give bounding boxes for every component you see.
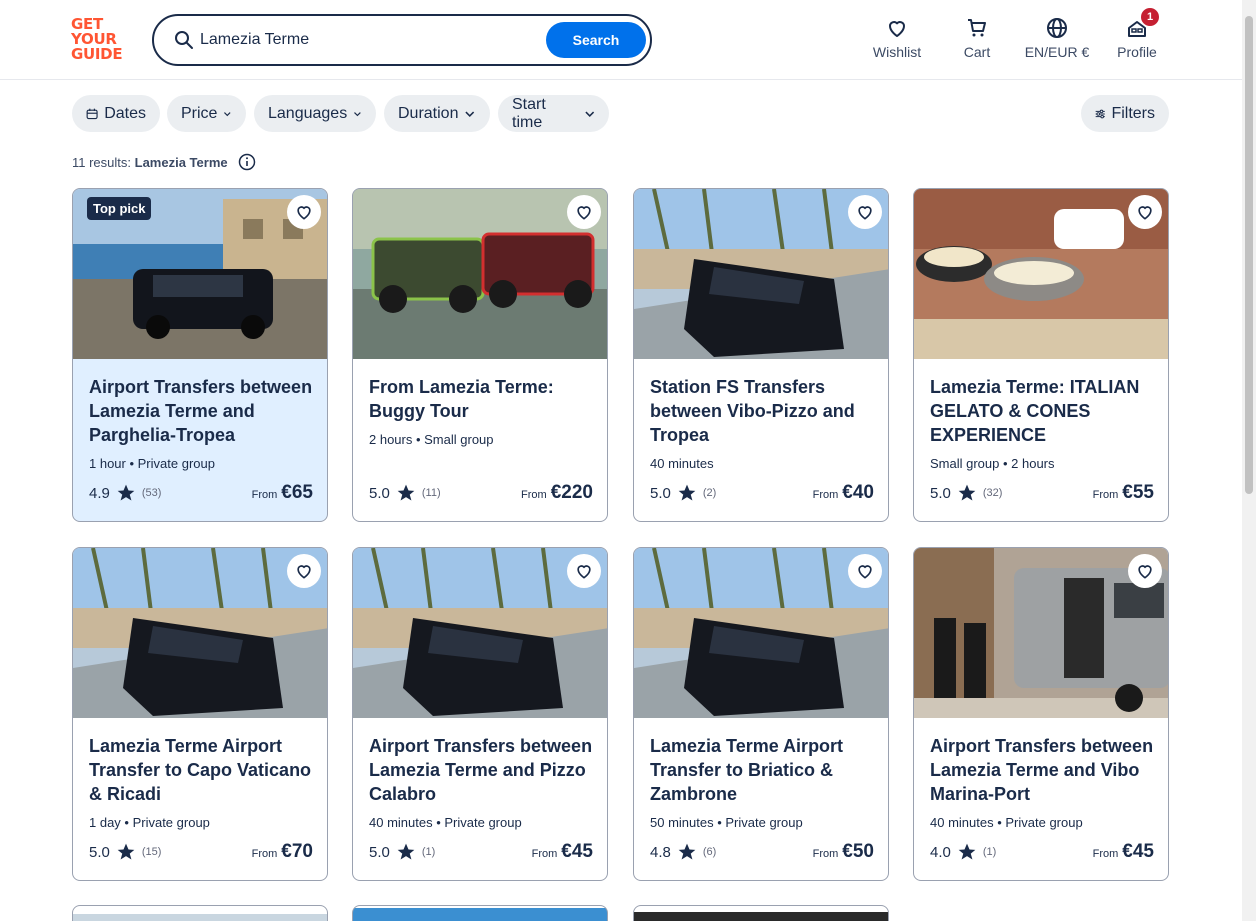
card-title[interactable]: Airport Transfers between Lamezia Terme … [89,375,315,447]
filter-price[interactable]: Price [167,95,246,132]
cart-icon [968,19,986,37]
filter-duration[interactable]: Duration [384,95,490,132]
chevron-down-icon [354,111,361,116]
card-meta: 1 hour • Private group [89,456,215,471]
card-rating: 5.0 (15) [89,843,162,861]
star-icon [117,843,135,860]
star-icon [397,484,415,501]
card-meta: Small group • 2 hours [930,456,1055,471]
star-icon [678,843,696,860]
star-icon [958,484,976,501]
card-price: From €220 [521,482,593,503]
card-meta: 1 day • Private group [89,815,210,830]
filter-dates[interactable]: Dates [72,95,160,132]
activity-card[interactable]: From Lamezia Terme: Buggy Tour 2 hours •… [352,188,608,522]
activity-card[interactable]: Lamezia Terme Airport Transfer to Briati… [633,547,889,881]
card-rating: 4.0 (1) [930,843,997,861]
cart-nav[interactable]: Cart [957,16,997,60]
activity-card[interactable]: Lamezia Terme: ITALIAN GELATO & CONES EX… [913,188,1169,522]
heart-icon [577,206,591,220]
card-rating: 5.0 (32) [930,484,1003,502]
card-price: From €40 [812,482,874,503]
heart-icon [889,21,905,37]
chevron-down-icon [584,111,594,117]
heart-icon [858,565,872,579]
wishlist-heart-button[interactable] [1128,195,1162,229]
card-price: From €50 [812,841,874,862]
card-price: From €65 [251,482,313,503]
filter-languages[interactable]: Languages [254,95,376,132]
card-title[interactable]: Station FS Transfers between Vibo-Pizzo … [650,375,876,447]
card-rating: 5.0 (11) [369,484,441,502]
activity-card[interactable] [72,905,328,921]
card-price: From €70 [251,841,313,862]
card-title[interactable]: Lamezia Terme Airport Transfer to Briati… [650,734,876,806]
star-icon [397,843,415,860]
card-rating: 5.0 (1) [369,843,436,861]
card-rating: 5.0 (2) [650,484,717,502]
star-icon [117,484,135,501]
wishlist-heart-button[interactable] [567,195,601,229]
card-title[interactable]: Lamezia Terme Airport Transfer to Capo V… [89,734,315,806]
info-icon[interactable] [238,153,256,171]
card-meta: 2 hours • Small group [369,432,494,447]
search-button[interactable]: Search [546,22,646,58]
chevron-down-icon [224,111,231,116]
card-title[interactable]: Airport Transfers between Lamezia Terme … [369,734,595,806]
heart-icon [1138,206,1152,220]
scrollbar-thumb[interactable] [1245,16,1253,494]
getyourguide-logo[interactable]: GET YOUR GUIDE [71,17,131,63]
card-meta: 40 minutes • Private group [930,815,1083,830]
wishlist-heart-button[interactable] [287,554,321,588]
activity-card[interactable]: Station FS Transfers between Vibo-Pizzo … [633,188,889,522]
heart-icon [1138,565,1152,579]
card-rating: 4.8 (6) [650,843,717,861]
top-pick-badge: Top pick [87,197,152,220]
activity-card[interactable]: Airport Transfers between Lamezia Terme … [913,547,1169,881]
card-price: From €45 [531,841,593,862]
activity-card[interactable]: Top pick Airport Transfers between Lamez… [72,188,328,522]
star-icon [678,484,696,501]
card-title[interactable]: From Lamezia Terme: Buggy Tour [369,375,595,423]
card-price: From €45 [1092,841,1154,862]
top-header: GET YOUR GUIDE Search Wishlist Cart EN/E… [0,0,1242,80]
card-rating: 4.9 (53) [89,484,162,502]
card-price: From €55 [1092,482,1154,503]
heart-icon [297,206,311,220]
globe-icon [1047,18,1067,38]
card-meta: 40 minutes [650,456,714,471]
card-meta: 50 minutes • Private group [650,815,803,830]
scrollbar[interactable] [1242,0,1256,921]
activity-card[interactable] [633,905,889,921]
filter-start-time[interactable]: Start time [498,95,609,132]
activity-card[interactable] [352,905,608,921]
wishlist-nav[interactable]: Wishlist [872,16,922,60]
card-title[interactable]: Airport Transfers between Lamezia Terme … [930,734,1156,806]
heart-icon [297,565,311,579]
sliders-icon [1095,109,1105,118]
search-bar: Search [152,14,652,66]
activity-card[interactable]: Lamezia Terme Airport Transfer to Capo V… [72,547,328,881]
star-icon [958,843,976,860]
calendar-icon [86,108,98,119]
heart-icon [577,565,591,579]
activity-card[interactable]: Airport Transfers between Lamezia Terme … [352,547,608,881]
language-currency-nav[interactable]: EN/EUR € [1022,16,1092,60]
profile-nav[interactable]: 1 Profile [1114,8,1160,60]
wishlist-heart-button[interactable] [848,195,882,229]
card-meta: 40 minutes • Private group [369,815,522,830]
filters-button[interactable]: Filters [1081,95,1169,132]
wishlist-heart-button[interactable] [1128,554,1162,588]
search-icon [175,31,193,49]
search-input[interactable] [200,26,540,54]
wishlist-heart-button[interactable] [567,554,601,588]
wishlist-heart-button[interactable] [287,195,321,229]
card-title[interactable]: Lamezia Terme: ITALIAN GELATO & CONES EX… [930,375,1156,447]
chevron-down-icon [465,111,475,117]
results-summary: 11 results: Lamezia Terme [72,153,256,171]
heart-icon [858,206,872,220]
notification-badge: 1 [1141,8,1159,26]
wishlist-heart-button[interactable] [848,554,882,588]
